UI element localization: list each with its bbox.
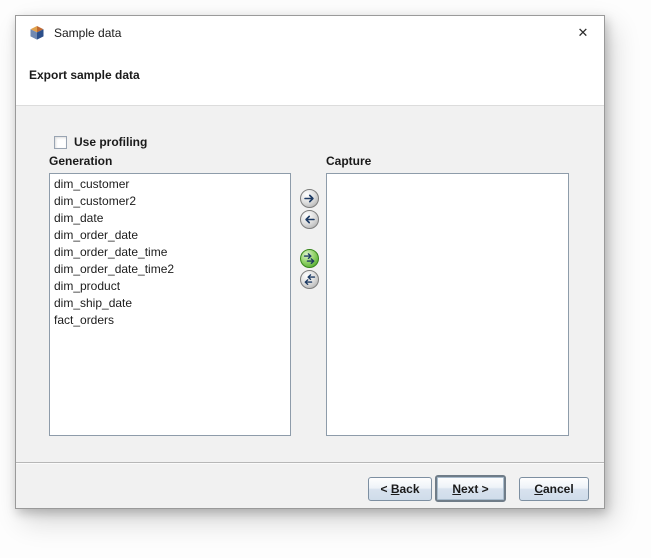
generation-label: Generation — [49, 154, 112, 168]
capture-list[interactable] — [326, 173, 569, 436]
sample-data-dialog: Sample data ✕ Export sample data Use pro… — [15, 15, 605, 509]
window-title: Sample data — [54, 26, 121, 40]
list-item[interactable]: dim_product — [50, 278, 290, 295]
next-button[interactable]: Next > — [435, 475, 506, 502]
content-panel: Use profiling Generation Capture dim_cus… — [16, 105, 604, 464]
next-label-mnemonic: N — [452, 482, 461, 496]
move-all-right-icon — [301, 250, 318, 267]
list-item[interactable]: fact_orders — [50, 312, 290, 329]
list-item[interactable]: dim_order_date — [50, 227, 290, 244]
next-label-post: ext > — [461, 482, 489, 496]
move-all-right-button[interactable] — [300, 249, 319, 268]
cancel-button[interactable]: Cancel — [519, 477, 589, 501]
app-cube-icon — [29, 25, 45, 41]
list-item[interactable]: dim_customer — [50, 176, 290, 193]
move-all-left-button[interactable] — [300, 270, 319, 289]
list-item[interactable]: dim_ship_date — [50, 295, 290, 312]
back-button[interactable]: < Back — [368, 477, 432, 501]
move-left-button[interactable] — [300, 210, 319, 229]
list-item[interactable]: dim_order_date_time2 — [50, 261, 290, 278]
use-profiling-row[interactable]: Use profiling — [54, 135, 147, 149]
move-all-left-icon — [301, 271, 318, 288]
cancel-label-post: ancel — [543, 482, 574, 496]
back-label-post: ack — [399, 482, 419, 496]
move-left-icon — [301, 211, 318, 228]
use-profiling-checkbox[interactable] — [54, 136, 67, 149]
close-icon[interactable]: ✕ — [573, 23, 593, 43]
button-bar: < Back Next > Cancel — [16, 462, 604, 508]
list-item[interactable]: dim_order_date_time — [50, 244, 290, 261]
list-item[interactable]: dim_customer2 — [50, 193, 290, 210]
page-title: Export sample data — [29, 68, 140, 82]
capture-label: Capture — [326, 154, 371, 168]
list-item[interactable]: dim_date — [50, 210, 290, 227]
back-label-pre: < — [380, 482, 390, 496]
cancel-label-mnemonic: C — [534, 482, 543, 496]
move-right-button[interactable] — [300, 189, 319, 208]
use-profiling-label: Use profiling — [74, 135, 147, 149]
move-right-icon — [301, 190, 318, 207]
generation-list[interactable]: dim_customerdim_customer2dim_datedim_ord… — [49, 173, 291, 436]
titlebar[interactable]: Sample data ✕ — [16, 16, 604, 50]
